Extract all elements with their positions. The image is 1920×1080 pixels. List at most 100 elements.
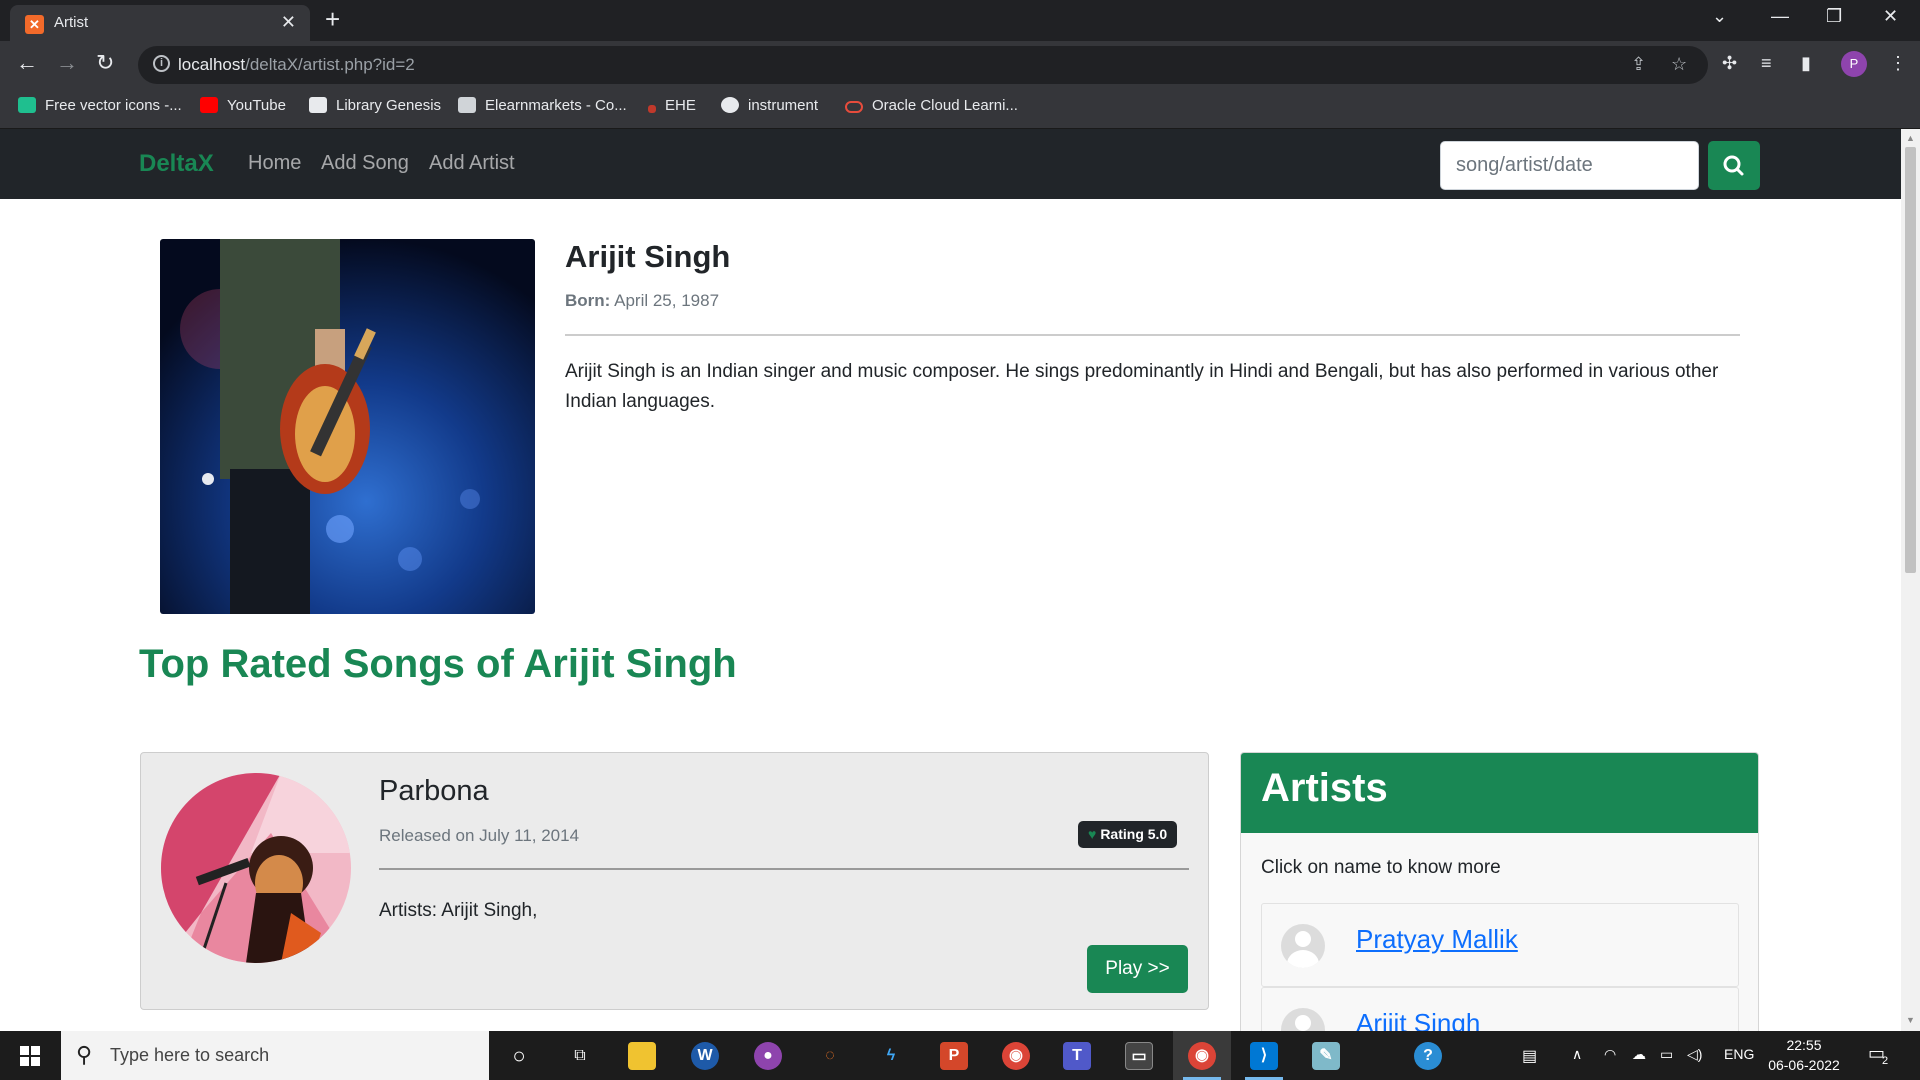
file-explorer-icon[interactable] — [628, 1042, 656, 1070]
tab-strip: ✕ Artist ✕ + ⌄ — ❐ ✕ — [0, 0, 1920, 41]
battery-icon[interactable]: ▭ — [1660, 1046, 1673, 1063]
artists-panel-header: Artists — [1241, 753, 1758, 833]
artist-link[interactable]: Pratyay Mallik — [1356, 924, 1518, 955]
windows-start-icon[interactable] — [20, 1046, 40, 1066]
bookmark-ehe[interactable]: EHE — [648, 97, 696, 114]
scroll-down-icon[interactable]: ▼ — [1906, 1015, 1915, 1025]
profile-avatar[interactable]: P — [1841, 51, 1867, 77]
page-scrollbar[interactable]: ▲ ▼ — [1901, 129, 1920, 1031]
side-panel-icon[interactable]: ▮ — [1801, 53, 1811, 74]
artists-panel: Artists Click on name to know more Praty… — [1240, 752, 1759, 1031]
forward-icon[interactable]: → — [56, 50, 78, 76]
taskbar-search-placeholder: Type here to search — [110, 1045, 270, 1065]
artists-panel-title: Artists — [1261, 766, 1388, 810]
minimize-icon[interactable]: — — [1771, 6, 1789, 27]
notepad-icon[interactable]: ✎ — [1312, 1042, 1340, 1070]
song-title[interactable]: Parbona — [379, 775, 489, 808]
born-date: April 25, 1987 — [614, 291, 720, 310]
app-p-icon[interactable]: P — [940, 1042, 968, 1070]
artist-photo — [160, 239, 535, 614]
list-item[interactable]: Pratyay Mallik — [1261, 903, 1739, 987]
notification-count-badge: 2 — [1882, 1055, 1889, 1067]
list-item[interactable]: Arijit Singh — [1261, 987, 1739, 1031]
scrollbar-thumb[interactable] — [1905, 147, 1916, 573]
bookmark-elearnmarkets[interactable]: Elearnmarkets - Co... — [458, 97, 627, 114]
restore-icon[interactable]: ❐ — [1826, 6, 1842, 27]
bookmark-library-genesis[interactable]: Library Genesis — [309, 97, 441, 114]
nav-add-song[interactable]: Add Song — [321, 152, 409, 175]
sourcetree-icon[interactable]: ϟ — [877, 1042, 905, 1070]
taskbar-search-box[interactable]: ⚲ Type here to search — [61, 1031, 489, 1080]
song-release-date: Released on July 11, 2014 — [379, 826, 580, 845]
terminal-icon[interactable]: ▭ — [1125, 1042, 1153, 1070]
search-input[interactable] — [1440, 141, 1699, 190]
clock-time: 22:55 — [1786, 1037, 1822, 1053]
search-icon — [1723, 155, 1744, 176]
address-bar[interactable]: i localhost/deltaX/artist.php?id=2 ⇪ ☆ — [138, 46, 1708, 84]
xampp-favicon-icon: ✕ — [25, 15, 44, 34]
tab-artist[interactable]: ✕ Artist ✕ — [10, 5, 310, 41]
share-icon[interactable]: ⇪ — [1631, 54, 1646, 75]
github-desktop-icon[interactable]: ● — [754, 1042, 782, 1070]
song-divider — [379, 868, 1189, 870]
oracle-icon — [845, 101, 863, 113]
app-w-icon[interactable]: W — [691, 1042, 719, 1070]
extensions-icon[interactable]: ✣ — [1722, 53, 1737, 74]
menu-kebab-icon[interactable]: ⋮ — [1889, 53, 1907, 74]
play-button[interactable]: Play >> — [1087, 945, 1188, 993]
avatar — [1281, 1008, 1325, 1031]
site-info-icon[interactable]: i — [153, 55, 170, 72]
reload-icon[interactable]: ↻ — [96, 50, 114, 76]
scroll-up-icon[interactable]: ▲ — [1906, 133, 1915, 143]
bookmark-instrument[interactable]: instrument — [721, 97, 818, 114]
close-tab-icon[interactable]: ✕ — [281, 12, 296, 33]
song-cover-image — [161, 773, 351, 963]
flaticon-icon — [18, 97, 36, 113]
news-widget-icon[interactable]: ▤ — [1522, 1046, 1537, 1066]
new-tab-icon[interactable]: + — [325, 4, 340, 35]
search-icon: ⚲ — [76, 1042, 93, 1067]
artist-divider — [565, 334, 1740, 336]
system-clock[interactable]: 22:55 06-06-2022 — [1762, 1035, 1846, 1075]
tab-search-chevron-icon[interactable]: ⌄ — [1712, 6, 1727, 27]
chrome-active-icon[interactable]: ◉ — [1188, 1042, 1216, 1070]
browser-chrome: ✕ Artist ✕ + ⌄ — ❐ ✕ ← → ↻ i localhost/d… — [0, 0, 1920, 129]
library-icon — [309, 97, 327, 113]
reading-list-icon[interactable]: ≡ — [1761, 53, 1772, 74]
bookmark-free-vector-icons[interactable]: Free vector icons -... — [18, 97, 182, 114]
search-button[interactable] — [1708, 141, 1760, 190]
window-close-icon[interactable]: ✕ — [1883, 6, 1898, 27]
url-text[interactable]: localhost/deltaX/artist.php?id=2 — [178, 55, 415, 75]
heart-icon: ♥ — [1088, 826, 1097, 842]
help-icon[interactable]: ? — [1414, 1042, 1442, 1070]
artist-bio: Arijit Singh is an Indian singer and mus… — [565, 361, 1719, 412]
wordpress-icon — [721, 97, 739, 113]
wifi-icon[interactable]: ◠ — [1604, 1046, 1616, 1063]
brand-logo[interactable]: DeltaX — [139, 150, 214, 178]
cortana-icon[interactable]: ○ — [505, 1042, 533, 1070]
onedrive-cloud-icon[interactable]: ☁ — [1632, 1046, 1646, 1063]
avatar — [1281, 924, 1325, 968]
bookmark-youtube[interactable]: YouTube — [200, 97, 286, 114]
song-artists: Artists: Arijit Singh, — [379, 900, 538, 921]
page-viewport: DeltaX Home Add Song Add Artist song/art… — [0, 129, 1901, 1031]
jupyter-icon[interactable]: ◌ — [816, 1042, 844, 1070]
vscode-icon[interactable]: ⟩ — [1250, 1042, 1278, 1070]
bookmark-oracle[interactable]: Oracle Cloud Learni... — [845, 97, 1018, 114]
input-language[interactable]: ENG — [1724, 1046, 1754, 1062]
nav-add-artist[interactable]: Add Artist — [429, 152, 515, 175]
song-card: Parbona Released on July 11, 2014 ♥ Ratin… — [140, 752, 1209, 1010]
clock-date: 06-06-2022 — [1768, 1057, 1840, 1073]
show-hidden-icons-chevron-icon[interactable]: ∧ — [1572, 1046, 1582, 1063]
task-view-icon[interactable]: ⧉ — [566, 1042, 594, 1070]
back-icon[interactable]: ← — [16, 50, 38, 76]
bookmark-star-icon[interactable]: ☆ — [1671, 54, 1687, 75]
chrome-icon[interactable]: ◉ — [1002, 1042, 1030, 1070]
nav-home[interactable]: Home — [248, 152, 301, 175]
rating-text: Rating 5.0 — [1100, 826, 1168, 842]
tab-title: Artist — [54, 14, 89, 31]
teams-icon[interactable]: T — [1063, 1042, 1091, 1070]
youtube-icon — [200, 97, 218, 113]
artist-link[interactable]: Arijit Singh — [1356, 1008, 1480, 1031]
volume-icon[interactable]: ◁) — [1687, 1046, 1702, 1063]
